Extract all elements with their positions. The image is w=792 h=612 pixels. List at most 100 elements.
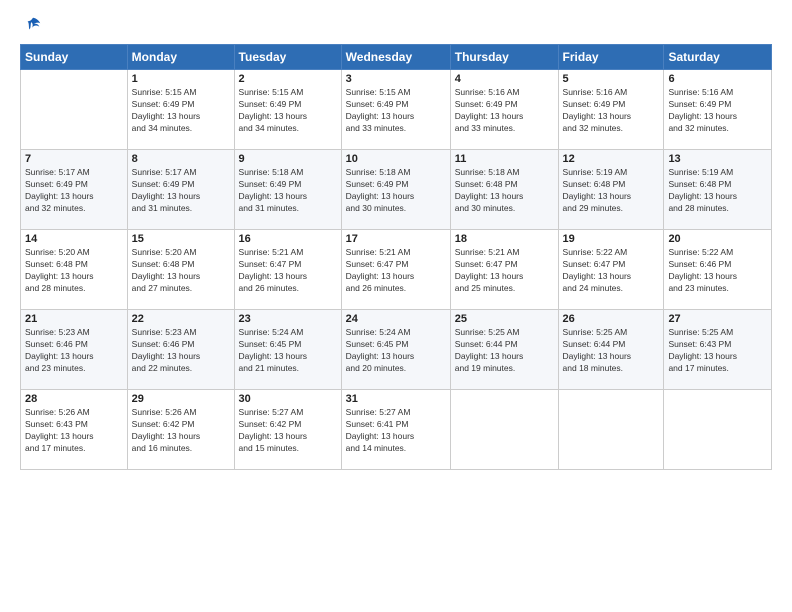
day-info: Sunrise: 5:15 AMSunset: 6:49 PMDaylight:… bbox=[132, 87, 230, 135]
calendar-cell bbox=[21, 70, 128, 150]
day-info: Sunrise: 5:26 AMSunset: 6:42 PMDaylight:… bbox=[132, 407, 230, 455]
calendar-cell: 5Sunrise: 5:16 AMSunset: 6:49 PMDaylight… bbox=[558, 70, 664, 150]
calendar-cell: 28 Sunrise: 5:26 AMSunset: 6:43 PMDayligh… bbox=[21, 390, 128, 470]
day-number: 10 bbox=[346, 153, 446, 165]
weekday-header-friday: Friday bbox=[558, 45, 664, 70]
week-row-5: 28 Sunrise: 5:26 AMSunset: 6:43 PMDayligh… bbox=[21, 390, 772, 470]
day-number: 8 bbox=[132, 153, 230, 165]
day-info: Sunrise: 5:15 AMSunset: 6:49 PMDaylight:… bbox=[346, 87, 446, 135]
calendar-cell: 8 Sunrise: 5:17 AMSunset: 6:49 PMDaylight… bbox=[127, 150, 234, 230]
week-row-3: 14 Sunrise: 5:20 AMSunset: 6:48 PMDayligh… bbox=[21, 230, 772, 310]
day-info: Sunrise: 5:21 AMSunset: 6:47 PMDaylight:… bbox=[455, 247, 554, 295]
calendar-cell bbox=[450, 390, 558, 470]
weekday-header-saturday: Saturday bbox=[664, 45, 772, 70]
day-info: Sunrise: 5:25 AMSunset: 6:44 PMDaylight:… bbox=[563, 327, 660, 375]
day-info: Sunrise: 5:16 AMSunset: 6:49 PMDaylight:… bbox=[455, 87, 554, 135]
day-number: 29 bbox=[132, 393, 230, 405]
calendar-cell: 3 Sunrise: 5:15 AMSunset: 6:49 PMDaylight… bbox=[341, 70, 450, 150]
calendar-cell: 2 Sunrise: 5:15 AMSunset: 6:49 PMDaylight… bbox=[234, 70, 341, 150]
day-info: Sunrise: 5:27 AMSunset: 6:42 PMDaylight:… bbox=[239, 407, 337, 455]
calendar-cell: 10 Sunrise: 5:18 AMSunset: 6:49 PMDayligh… bbox=[341, 150, 450, 230]
day-info: Sunrise: 5:17 AMSunset: 6:49 PMDaylight:… bbox=[132, 167, 230, 215]
calendar-cell: 23 Sunrise: 5:24 AMSunset: 6:45 PMDayligh… bbox=[234, 310, 341, 390]
day-number: 20 bbox=[668, 233, 767, 245]
day-info: Sunrise: 5:21 AMSunset: 6:47 PMDaylight:… bbox=[346, 247, 446, 295]
day-number: 14 bbox=[25, 233, 123, 245]
calendar-cell: 20 Sunrise: 5:22 AMSunset: 6:46 PMDayligh… bbox=[664, 230, 772, 310]
day-info: Sunrise: 5:23 AMSunset: 6:46 PMDaylight:… bbox=[132, 327, 230, 375]
day-info: Sunrise: 5:16 AMSunset: 6:49 PMDaylight:… bbox=[668, 87, 767, 135]
calendar-cell: 31 Sunrise: 5:27 AMSunset: 6:41 PMDayligh… bbox=[341, 390, 450, 470]
day-number: 1 bbox=[132, 73, 230, 85]
calendar-cell: 6 Sunrise: 5:16 AMSunset: 6:49 PMDaylight… bbox=[664, 70, 772, 150]
weekday-header-monday: Monday bbox=[127, 45, 234, 70]
day-number: 23 bbox=[239, 313, 337, 325]
calendar-cell: 30 Sunrise: 5:27 AMSunset: 6:42 PMDayligh… bbox=[234, 390, 341, 470]
page: SundayMondayTuesdayWednesdayThursdayFrid… bbox=[0, 0, 792, 612]
calendar-cell: 24 Sunrise: 5:24 AMSunset: 6:45 PMDayligh… bbox=[341, 310, 450, 390]
day-number: 9 bbox=[239, 153, 337, 165]
day-info: Sunrise: 5:25 AMSunset: 6:44 PMDaylight:… bbox=[455, 327, 554, 375]
calendar-cell: 12 Sunrise: 5:19 AMSunset: 6:48 PMDayligh… bbox=[558, 150, 664, 230]
calendar-cell: 13 Sunrise: 5:19 AMSunset: 6:48 PMDayligh… bbox=[664, 150, 772, 230]
calendar-cell: 4 Sunrise: 5:16 AMSunset: 6:49 PMDaylight… bbox=[450, 70, 558, 150]
calendar-cell: 18Sunrise: 5:21 AMSunset: 6:47 PMDayligh… bbox=[450, 230, 558, 310]
day-info: Sunrise: 5:18 AMSunset: 6:49 PMDaylight:… bbox=[239, 167, 337, 215]
day-info: Sunrise: 5:20 AMSunset: 6:48 PMDaylight:… bbox=[25, 247, 123, 295]
day-info: Sunrise: 5:22 AMSunset: 6:47 PMDaylight:… bbox=[563, 247, 660, 295]
calendar-cell: 15 Sunrise: 5:20 AMSunset: 6:48 PMDayligh… bbox=[127, 230, 234, 310]
day-number: 6 bbox=[668, 73, 767, 85]
calendar-cell: 11Sunrise: 5:18 AMSunset: 6:48 PMDayligh… bbox=[450, 150, 558, 230]
day-info: Sunrise: 5:24 AMSunset: 6:45 PMDaylight:… bbox=[239, 327, 337, 375]
day-info: Sunrise: 5:24 AMSunset: 6:45 PMDaylight:… bbox=[346, 327, 446, 375]
calendar-cell: 21Sunrise: 5:23 AMSunset: 6:46 PMDayligh… bbox=[21, 310, 128, 390]
day-number: 3 bbox=[346, 73, 446, 85]
day-number: 13 bbox=[668, 153, 767, 165]
weekday-header-tuesday: Tuesday bbox=[234, 45, 341, 70]
week-row-2: 7 Sunrise: 5:17 AMSunset: 6:49 PMDaylight… bbox=[21, 150, 772, 230]
calendar-cell: 27Sunrise: 5:25 AMSunset: 6:43 PMDayligh… bbox=[664, 310, 772, 390]
weekday-header-row: SundayMondayTuesdayWednesdayThursdayFrid… bbox=[21, 45, 772, 70]
calendar-cell bbox=[664, 390, 772, 470]
day-info: Sunrise: 5:27 AMSunset: 6:41 PMDaylight:… bbox=[346, 407, 446, 455]
day-info: Sunrise: 5:19 AMSunset: 6:48 PMDaylight:… bbox=[668, 167, 767, 215]
calendar-cell: 19Sunrise: 5:22 AMSunset: 6:47 PMDayligh… bbox=[558, 230, 664, 310]
day-number: 4 bbox=[455, 73, 554, 85]
weekday-header-thursday: Thursday bbox=[450, 45, 558, 70]
day-info: Sunrise: 5:20 AMSunset: 6:48 PMDaylight:… bbox=[132, 247, 230, 295]
day-number: 2 bbox=[239, 73, 337, 85]
day-info: Sunrise: 5:22 AMSunset: 6:46 PMDaylight:… bbox=[668, 247, 767, 295]
day-info: Sunrise: 5:19 AMSunset: 6:48 PMDaylight:… bbox=[563, 167, 660, 215]
day-number: 28 bbox=[25, 393, 123, 405]
day-number: 30 bbox=[239, 393, 337, 405]
day-info: Sunrise: 5:16 AMSunset: 6:49 PMDaylight:… bbox=[563, 87, 660, 135]
weekday-header-wednesday: Wednesday bbox=[341, 45, 450, 70]
calendar-cell: 25 Sunrise: 5:25 AMSunset: 6:44 PMDayligh… bbox=[450, 310, 558, 390]
day-number: 16 bbox=[239, 233, 337, 245]
calendar-cell: 16Sunrise: 5:21 AMSunset: 6:47 PMDayligh… bbox=[234, 230, 341, 310]
calendar-cell: 29 Sunrise: 5:26 AMSunset: 6:42 PMDayligh… bbox=[127, 390, 234, 470]
logo-text bbox=[20, 16, 44, 34]
calendar-cell: 1 Sunrise: 5:15 AMSunset: 6:49 PMDaylight… bbox=[127, 70, 234, 150]
day-info: Sunrise: 5:15 AMSunset: 6:49 PMDaylight:… bbox=[239, 87, 337, 135]
day-number: 12 bbox=[563, 153, 660, 165]
header bbox=[20, 16, 772, 34]
day-number: 27 bbox=[668, 313, 767, 325]
calendar-cell: 14 Sunrise: 5:20 AMSunset: 6:48 PMDayligh… bbox=[21, 230, 128, 310]
calendar-cell: 9 Sunrise: 5:18 AMSunset: 6:49 PMDaylight… bbox=[234, 150, 341, 230]
calendar-cell: 26Sunrise: 5:25 AMSunset: 6:44 PMDayligh… bbox=[558, 310, 664, 390]
calendar-cell bbox=[558, 390, 664, 470]
logo bbox=[20, 16, 44, 34]
day-number: 11 bbox=[455, 153, 554, 165]
week-row-1: 1 Sunrise: 5:15 AMSunset: 6:49 PMDaylight… bbox=[21, 70, 772, 150]
week-row-4: 21Sunrise: 5:23 AMSunset: 6:46 PMDayligh… bbox=[21, 310, 772, 390]
day-number: 7 bbox=[25, 153, 123, 165]
day-info: Sunrise: 5:17 AMSunset: 6:49 PMDaylight:… bbox=[25, 167, 123, 215]
day-info: Sunrise: 5:26 AMSunset: 6:43 PMDaylight:… bbox=[25, 407, 123, 455]
day-number: 25 bbox=[455, 313, 554, 325]
day-number: 15 bbox=[132, 233, 230, 245]
day-number: 24 bbox=[346, 313, 446, 325]
day-info: Sunrise: 5:18 AMSunset: 6:49 PMDaylight:… bbox=[346, 167, 446, 215]
day-number: 31 bbox=[346, 393, 446, 405]
weekday-header-sunday: Sunday bbox=[21, 45, 128, 70]
